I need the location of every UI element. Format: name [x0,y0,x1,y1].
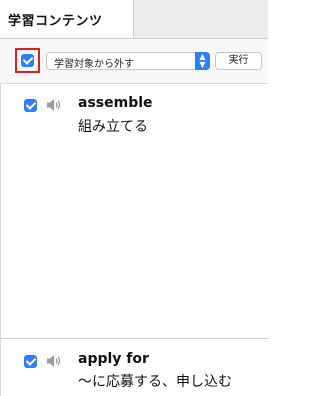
divider [1,338,269,339]
speaker-icon[interactable] [46,98,62,112]
item-checkbox[interactable] [24,355,37,368]
run-button[interactable]: 実行 [215,52,262,70]
tab-bar: 学習コンテンツ [0,0,268,39]
action-select[interactable]: 学習対象から外す ▲ ▼ [46,52,210,70]
item-term: assemble [78,95,153,111]
item-term: apply for [78,351,149,367]
bulk-action-toolbar: 学習対象から外す ▲ ▼ 実行 [0,39,268,84]
content-list: assemble 組み立てる apply for 〜に応募する、申し込む [0,84,269,396]
item-meaning: 組み立てる [78,119,148,135]
up-down-chevron-icon: ▲ ▼ [195,52,210,70]
select-all-checkbox[interactable] [21,54,34,67]
speaker-icon[interactable] [46,354,62,368]
tab-label: 学習コンテンツ [8,14,103,29]
item-meaning: 〜に応募する、申し込む [78,374,232,390]
tab-learning-content[interactable]: 学習コンテンツ [0,0,134,38]
action-select-value: 学習対象から外す [54,59,134,70]
item-checkbox[interactable] [24,99,37,112]
app-window: 学習コンテンツ 学習対象から外す ▲ ▼ 実行 assemble 組み立てる a… [0,0,269,396]
